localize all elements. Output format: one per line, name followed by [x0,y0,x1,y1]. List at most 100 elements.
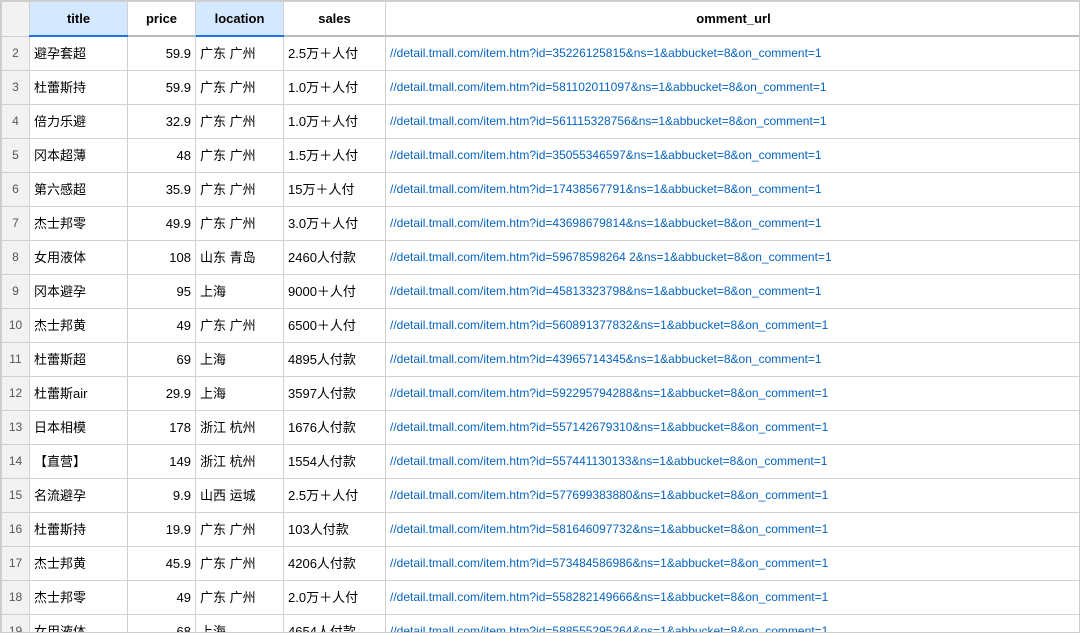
cell-title[interactable]: 杰士邦零 [30,581,128,615]
cell-title[interactable]: 倍力乐避 [30,105,128,139]
cell-comment-url[interactable]: //detail.tmall.com/item.htm?id=352261258… [386,36,1080,71]
cell-title[interactable]: 女用液体 [30,241,128,275]
cell-title[interactable]: 名流避孕 [30,479,128,513]
cell-price[interactable]: 95 [128,275,196,309]
cell-location[interactable]: 浙江 杭州 [196,445,284,479]
cell-location[interactable]: 广东 广州 [196,513,284,547]
cell-comment-url[interactable]: //detail.tmall.com/item.htm?id=436986798… [386,207,1080,241]
cell-sales[interactable]: 4654人付款 [284,615,386,633]
table-row[interactable]: 6第六感超35.9广东 广州15万＋人付//detail.tmall.com/i… [2,173,1080,207]
cell-comment-url[interactable]: //detail.tmall.com/item.htm?id=560891377… [386,309,1080,343]
cell-location[interactable]: 广东 广州 [196,581,284,615]
cell-sales[interactable]: 1.5万＋人付 [284,139,386,173]
cell-price[interactable]: 68 [128,615,196,633]
header-sales[interactable]: sales [284,2,386,37]
cell-location[interactable]: 上海 [196,615,284,633]
table-row[interactable]: 8女用液体108山东 青岛2460人付款//detail.tmall.com/i… [2,241,1080,275]
cell-title[interactable]: 杜蕾斯持 [30,513,128,547]
cell-price[interactable]: 149 [128,445,196,479]
cell-comment-url[interactable]: //detail.tmall.com/item.htm?id=439657143… [386,343,1080,377]
cell-sales[interactable]: 9000＋人付 [284,275,386,309]
table-row[interactable]: 19女用液体68上海4654人付款//detail.tmall.com/item… [2,615,1080,633]
table-row[interactable]: 3杜蕾斯持59.9广东 广州1.0万＋人付//detail.tmall.com/… [2,71,1080,105]
table-row[interactable]: 18杰士邦零49广东 广州2.0万＋人付//detail.tmall.com/i… [2,581,1080,615]
cell-location[interactable]: 广东 广州 [196,207,284,241]
cell-price[interactable]: 29.9 [128,377,196,411]
cell-sales[interactable]: 15万＋人付 [284,173,386,207]
cell-price[interactable]: 45.9 [128,547,196,581]
cell-title[interactable]: 杜蕾斯持 [30,71,128,105]
cell-sales[interactable]: 1.0万＋人付 [284,105,386,139]
cell-sales[interactable]: 3.0万＋人付 [284,207,386,241]
cell-location[interactable]: 上海 [196,343,284,377]
table-row[interactable]: 5冈本超薄48广东 广州1.5万＋人付//detail.tmall.com/it… [2,139,1080,173]
cell-comment-url[interactable]: //detail.tmall.com/item.htm?id=588555295… [386,615,1080,633]
cell-comment-url[interactable]: //detail.tmall.com/item.htm?id=573484586… [386,547,1080,581]
cell-title[interactable]: 杰士邦零 [30,207,128,241]
cell-price[interactable]: 108 [128,241,196,275]
cell-title[interactable]: 杜蕾斯air [30,377,128,411]
cell-sales[interactable]: 6500＋人付 [284,309,386,343]
header-price[interactable]: price [128,2,196,37]
cell-comment-url[interactable]: //detail.tmall.com/item.htm?id=458133237… [386,275,1080,309]
cell-sales[interactable]: 1676人付款 [284,411,386,445]
cell-comment-url[interactable]: //detail.tmall.com/item.htm?id=581102011… [386,71,1080,105]
cell-comment-url[interactable]: //detail.tmall.com/item.htm?id=581646097… [386,513,1080,547]
cell-price[interactable]: 49 [128,581,196,615]
cell-price[interactable]: 59.9 [128,36,196,71]
cell-title[interactable]: 【直营】 [30,445,128,479]
cell-comment-url[interactable]: //detail.tmall.com/item.htm?id=592295794… [386,377,1080,411]
cell-sales[interactable]: 1.0万＋人付 [284,71,386,105]
cell-title[interactable]: 冈本超薄 [30,139,128,173]
table-row[interactable]: 15名流避孕9.9山西 运城2.5万＋人付//detail.tmall.com/… [2,479,1080,513]
cell-comment-url[interactable]: //detail.tmall.com/item.htm?id=557441130… [386,445,1080,479]
cell-title[interactable]: 避孕套超 [30,36,128,71]
cell-price[interactable]: 19.9 [128,513,196,547]
cell-location[interactable]: 广东 广州 [196,309,284,343]
cell-comment-url[interactable]: //detail.tmall.com/item.htm?id=561115328… [386,105,1080,139]
cell-price[interactable]: 69 [128,343,196,377]
cell-location[interactable]: 山东 青岛 [196,241,284,275]
cell-price[interactable]: 59.9 [128,71,196,105]
cell-location[interactable]: 广东 广州 [196,105,284,139]
cell-sales[interactable]: 2460人付款 [284,241,386,275]
cell-sales[interactable]: 2.5万＋人付 [284,479,386,513]
table-row[interactable]: 12杜蕾斯air29.9上海3597人付款//detail.tmall.com/… [2,377,1080,411]
cell-sales[interactable]: 4206人付款 [284,547,386,581]
cell-comment-url[interactable]: //detail.tmall.com/item.htm?id=350553465… [386,139,1080,173]
cell-location[interactable]: 上海 [196,377,284,411]
cell-comment-url[interactable]: //detail.tmall.com/item.htm?id=596785982… [386,241,1080,275]
cell-sales[interactable]: 103人付款 [284,513,386,547]
cell-price[interactable]: 9.9 [128,479,196,513]
table-row[interactable]: 7杰士邦零49.9广东 广州3.0万＋人付//detail.tmall.com/… [2,207,1080,241]
cell-price[interactable]: 48 [128,139,196,173]
cell-comment-url[interactable]: //detail.tmall.com/item.htm?id=558282149… [386,581,1080,615]
cell-price[interactable]: 35.9 [128,173,196,207]
table-row[interactable]: 10杰士邦黄49广东 广州6500＋人付//detail.tmall.com/i… [2,309,1080,343]
cell-price[interactable]: 178 [128,411,196,445]
cell-sales[interactable]: 1554人付款 [284,445,386,479]
table-row[interactable]: 4倍力乐避32.9广东 广州1.0万＋人付//detail.tmall.com/… [2,105,1080,139]
table-row[interactable]: 13日本相模178浙江 杭州1676人付款//detail.tmall.com/… [2,411,1080,445]
header-title[interactable]: title [30,2,128,37]
table-row[interactable]: 16杜蕾斯持19.9广东 广州103人付款//detail.tmall.com/… [2,513,1080,547]
cell-location[interactable]: 广东 广州 [196,139,284,173]
cell-price[interactable]: 49 [128,309,196,343]
cell-location[interactable]: 浙江 杭州 [196,411,284,445]
cell-sales[interactable]: 4895人付款 [284,343,386,377]
cell-price[interactable]: 49.9 [128,207,196,241]
cell-title[interactable]: 杜蕾斯超 [30,343,128,377]
cell-title[interactable]: 第六感超 [30,173,128,207]
cell-location[interactable]: 上海 [196,275,284,309]
table-row[interactable]: 2避孕套超59.9广东 广州2.5万＋人付//detail.tmall.com/… [2,36,1080,71]
cell-title[interactable]: 冈本避孕 [30,275,128,309]
cell-title[interactable]: 杰士邦黄 [30,547,128,581]
header-comment[interactable]: omment_url [386,2,1080,37]
cell-title[interactable]: 杰士邦黄 [30,309,128,343]
cell-title[interactable]: 女用液体 [30,615,128,633]
table-row[interactable]: 14【直营】149浙江 杭州1554人付款//detail.tmall.com/… [2,445,1080,479]
cell-location[interactable]: 广东 广州 [196,36,284,71]
cell-location[interactable]: 山西 运城 [196,479,284,513]
cell-comment-url[interactable]: //detail.tmall.com/item.htm?id=577699383… [386,479,1080,513]
cell-location[interactable]: 广东 广州 [196,547,284,581]
